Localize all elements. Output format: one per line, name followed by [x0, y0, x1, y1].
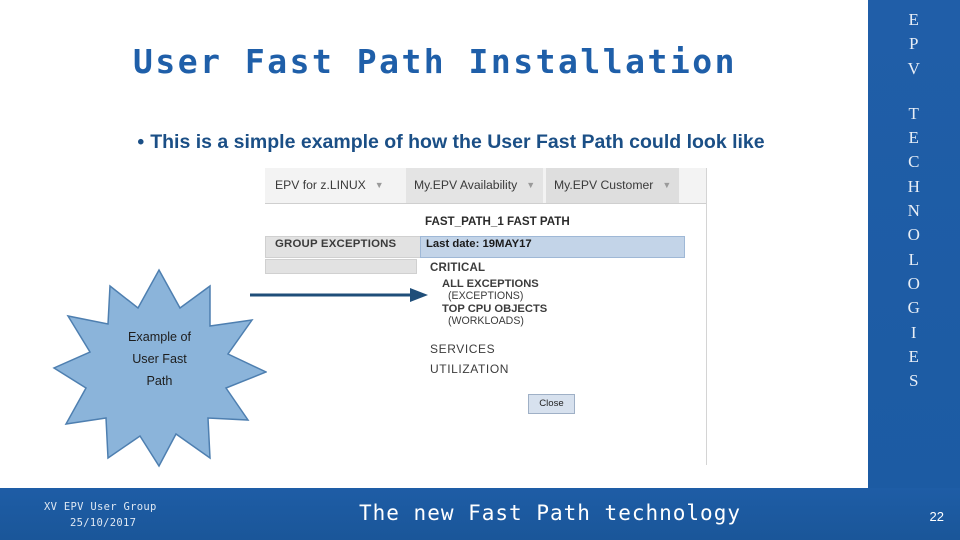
band-letter: C — [908, 152, 920, 172]
band-letter: E — [908, 346, 920, 366]
menu-item-label: My.EPV Customer — [554, 178, 654, 192]
callout-line-3: Path — [146, 374, 173, 388]
band-letter: I — [910, 322, 918, 342]
fastpath-panel-title: FAST_PATH_1 FAST PATH — [425, 215, 570, 228]
menu-item-myepv-availability[interactable]: My.EPV Availability ▼ — [406, 168, 544, 203]
callout-line-1: Example of — [128, 330, 191, 344]
callout-line-2: User Fast — [132, 352, 187, 366]
fastpath-item-exceptions-sub: (EXCEPTIONS) — [448, 290, 524, 302]
footer-left-text: XV EPV User Group 25/10/2017 — [44, 499, 264, 531]
right-band-letters: E P V T E C H N O L O G I E S — [868, 8, 960, 488]
bullet-label: This is a simple example of how the User… — [150, 131, 765, 153]
band-letter: N — [907, 201, 921, 221]
band-gap — [868, 81, 960, 102]
page-number: 22 — [929, 509, 944, 524]
secondary-grey-bar — [265, 259, 417, 274]
slide: E P V T E C H N O L O G I E S User Fast … — [0, 0, 960, 540]
band-letter: H — [907, 176, 921, 196]
menu-item-epv-for-zlinux[interactable]: EPV for z.LINUX ▼ — [275, 168, 384, 203]
close-button[interactable]: Close — [528, 394, 575, 414]
band-letter: S — [909, 371, 919, 391]
menu-item-myepv-customer[interactable]: My.EPV Customer ▼ — [546, 168, 680, 203]
bullet-text-line: • This is a simple example of how the Use… — [46, 131, 856, 154]
star-callout-label: Example of User Fast Path — [52, 326, 267, 392]
page-title: User Fast Path Installation — [133, 42, 737, 81]
band-letter: G — [907, 298, 921, 318]
menu-item-label: EPV for z.LINUX — [275, 178, 366, 192]
band-letter: E — [908, 10, 920, 29]
band-letter: O — [907, 273, 921, 293]
fastpath-item-services[interactable]: SERVICES — [430, 342, 495, 356]
arrow-icon — [250, 288, 428, 302]
band-letter: O — [907, 225, 921, 245]
band-letter: L — [908, 249, 920, 269]
fastpath-item-all-exceptions[interactable]: ALL EXCEPTIONS — [442, 278, 539, 290]
fastpath-item-utilization[interactable]: UTILIZATION — [430, 362, 509, 376]
group-exceptions-label: GROUP EXCEPTIONS — [275, 238, 397, 250]
footer-center-text: The new Fast Path technology — [358, 501, 741, 525]
chevron-down-icon: ▼ — [374, 180, 384, 191]
chevron-down-icon: ▼ — [662, 180, 672, 191]
screenshot-menubar: EPV for z.LINUX ▼ My.EPV Availability ▼ My… — [265, 168, 706, 204]
chevron-down-icon: ▼ — [526, 180, 536, 191]
footer-event-name: XV EPV User Group — [44, 501, 157, 513]
fastpath-item-workloads-sub: (WORKLOADS) — [448, 315, 524, 327]
band-letter: V — [907, 58, 921, 78]
band-letter: E — [908, 128, 920, 148]
embedded-screenshot: EPV for z.LINUX ▼ My.EPV Availability ▼ My… — [265, 168, 707, 465]
band-letter: T — [908, 103, 920, 123]
fastpath-item-critical[interactable]: CRITICAL — [430, 262, 485, 274]
band-letter: P — [909, 34, 919, 54]
fastpath-item-top-cpu-objects[interactable]: TOP CPU OBJECTS — [442, 303, 547, 315]
bullet-marker: • — [137, 131, 145, 153]
last-date-label: Last date: 19MAY17 — [426, 238, 532, 250]
menu-item-label: My.EPV Availability — [414, 178, 518, 192]
footer-date: 25/10/2017 — [70, 517, 137, 529]
pointer-arrow — [250, 286, 430, 304]
